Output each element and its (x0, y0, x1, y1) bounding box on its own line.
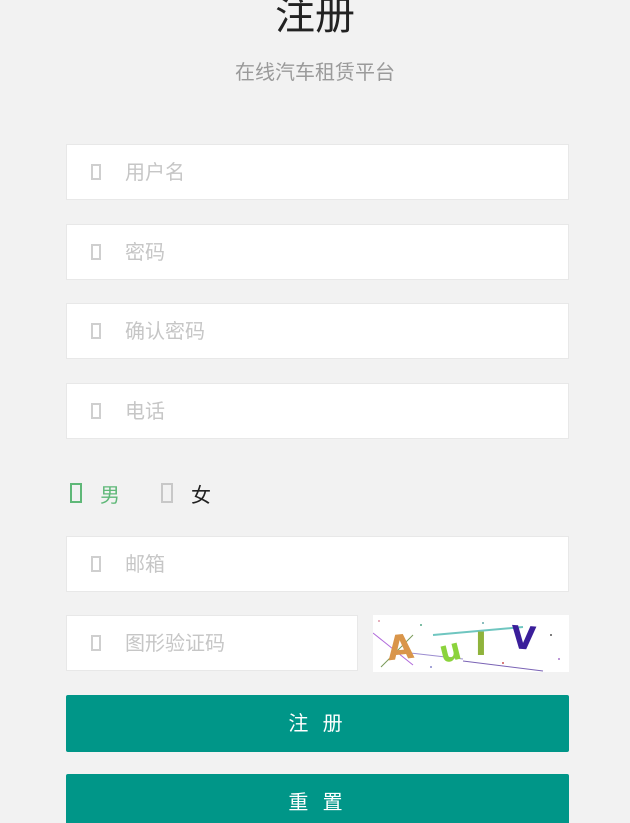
page-subtitle: 在线汽车租赁平台 (235, 60, 395, 84)
captcha-field (66, 615, 358, 671)
confirm-password-field (66, 303, 569, 359)
register-page: 注册 在线汽车租赁平台 男 女 (0, 0, 630, 823)
captcha-char: A (385, 627, 416, 670)
lock-icon (91, 244, 101, 260)
radio-checked-icon (70, 483, 82, 503)
page-title: 注册 (275, 0, 355, 39)
captcha-input[interactable] (125, 616, 347, 670)
username-input[interactable] (125, 145, 558, 199)
captcha-image[interactable]: A u I V (373, 615, 569, 672)
register-button[interactable]: 注 册 (66, 695, 569, 752)
shield-icon (91, 635, 101, 651)
password-input[interactable] (125, 225, 558, 279)
phone-field (66, 383, 569, 439)
gender-label-male: 男 (100, 482, 120, 507)
gender-label-female: 女 (191, 482, 211, 507)
reset-button[interactable]: 重 置 (66, 774, 569, 823)
captcha-char: V (510, 618, 538, 658)
email-input[interactable] (125, 537, 558, 591)
phone-input[interactable] (125, 384, 558, 438)
lock-icon (91, 323, 101, 339)
mail-icon (91, 556, 101, 572)
user-icon (91, 164, 101, 180)
gender-radio-female[interactable]: 女 (161, 478, 211, 508)
captcha-graphic: A u I V (373, 615, 569, 672)
radio-unchecked-icon (161, 483, 173, 503)
email-field (66, 536, 569, 592)
captcha-char: I (475, 625, 487, 663)
password-field (66, 224, 569, 280)
confirm-password-input[interactable] (125, 304, 558, 358)
username-field (66, 144, 569, 200)
gender-radio-male[interactable]: 男 (70, 478, 120, 508)
phone-icon (91, 403, 101, 419)
